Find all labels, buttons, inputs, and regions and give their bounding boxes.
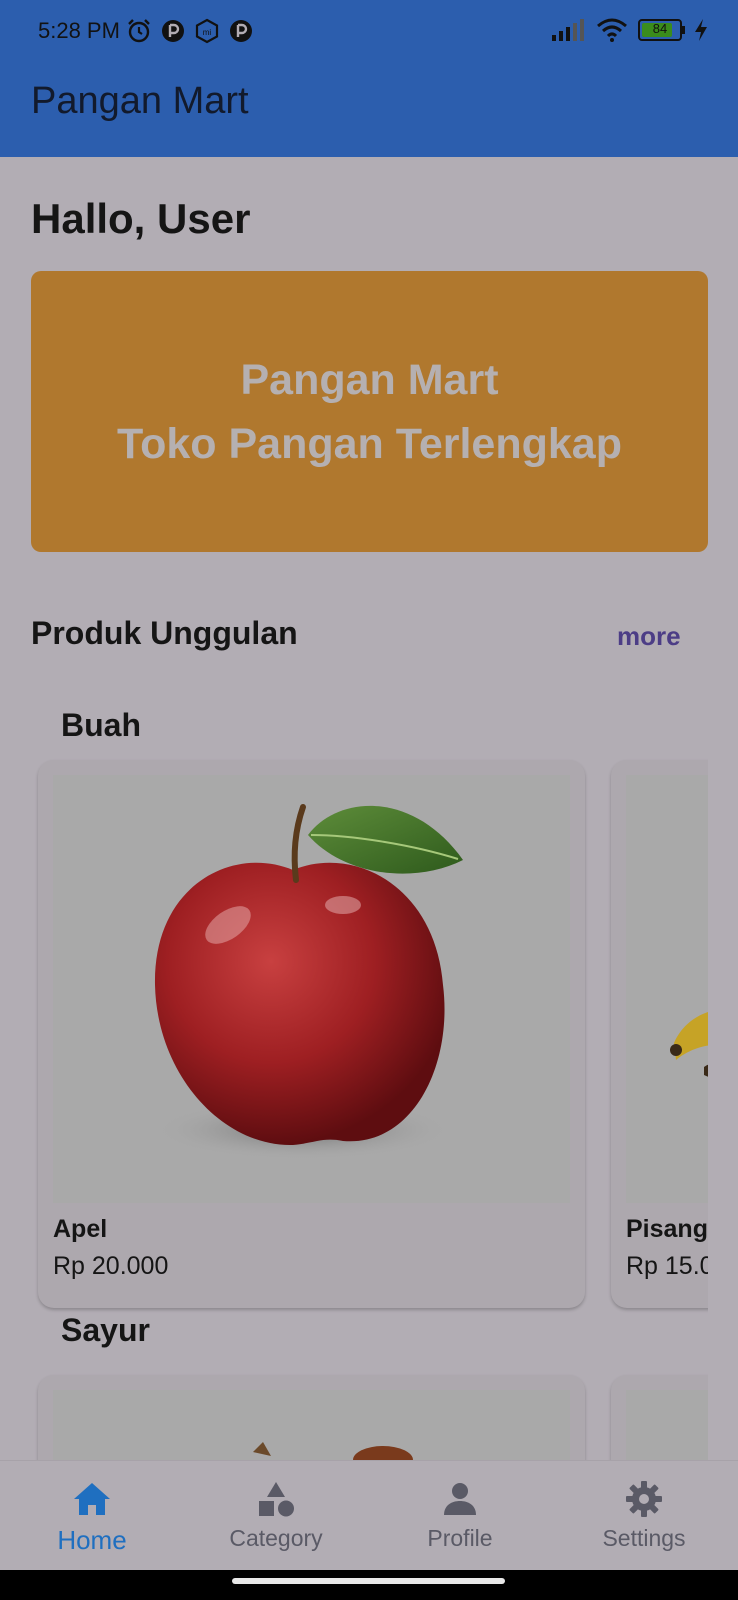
app-notification-icon [162, 20, 184, 42]
apple-image [153, 804, 463, 1160]
category-title-buah: Buah [61, 707, 141, 743]
signal-icon [552, 19, 584, 41]
product-image-apel [53, 775, 570, 1203]
product-price: Rp 15.0 [626, 1252, 714, 1280]
status-time: 5:28 PM [38, 18, 120, 43]
product-card-apel[interactable]: Apel Rp 20.000 [38, 760, 585, 1308]
nav-label: Home [57, 1525, 127, 1555]
nav-profile[interactable]: Profile [368, 1461, 552, 1571]
nav-label: Settings [602, 1525, 686, 1551]
vegetable-image [253, 1442, 413, 1460]
battery-icon: 84 [638, 19, 685, 41]
nav-label: Profile [427, 1525, 493, 1551]
product-name: Pisang [626, 1215, 708, 1243]
product-image-sayur-1 [53, 1390, 570, 1460]
home-icon [74, 1483, 110, 1515]
bottom-navigation: Home Category Profile Settings [0, 1460, 738, 1571]
wifi-icon [597, 18, 627, 42]
person-icon [444, 1483, 476, 1515]
more-link[interactable]: more [617, 621, 681, 652]
scroll-edge [708, 157, 738, 1460]
nav-category[interactable]: Category [184, 1461, 368, 1571]
nav-home[interactable]: Home [0, 1461, 184, 1571]
home-gesture-handle[interactable] [232, 1578, 505, 1584]
product-name: Apel [53, 1215, 108, 1243]
greeting: Hallo, User [31, 195, 251, 242]
nav-settings[interactable]: Settings [552, 1461, 736, 1571]
app-bar: 5:28 PM mi 84 Pangan Mart [0, 0, 738, 157]
app-title: Pangan Mart [31, 80, 249, 122]
svg-text:mi: mi [203, 28, 212, 37]
promo-banner[interactable]: Pangan Mart Toko Pangan Terlengkap [31, 271, 708, 552]
banner-title: Pangan Mart [240, 355, 499, 404]
home-content[interactable]: Hallo, User Pangan Mart Toko Pangan Terl… [0, 157, 738, 1460]
banner-subtitle: Toko Pangan Terlengkap [117, 419, 622, 468]
battery-level: 84 [652, 21, 668, 36]
product-card-sayur-1[interactable] [38, 1375, 585, 1460]
gear-icon [626, 1481, 662, 1517]
gesture-bar [0, 1570, 738, 1600]
featured-section-title: Produk Unggulan [31, 615, 298, 651]
app-notification-icon-2 [230, 20, 252, 42]
nav-label: Category [229, 1525, 323, 1551]
status-bar: 5:28 PM mi 84 [0, 0, 738, 64]
charging-icon [695, 19, 707, 41]
category-icon [259, 1482, 294, 1517]
product-price: Rp 20.000 [53, 1252, 169, 1280]
status-icons-right: 84 [552, 18, 708, 42]
mi-icon: mi [195, 18, 219, 44]
status-icons-left: mi [126, 18, 254, 44]
alarm-icon [128, 19, 150, 43]
category-title-sayur: Sayur [61, 1312, 150, 1348]
